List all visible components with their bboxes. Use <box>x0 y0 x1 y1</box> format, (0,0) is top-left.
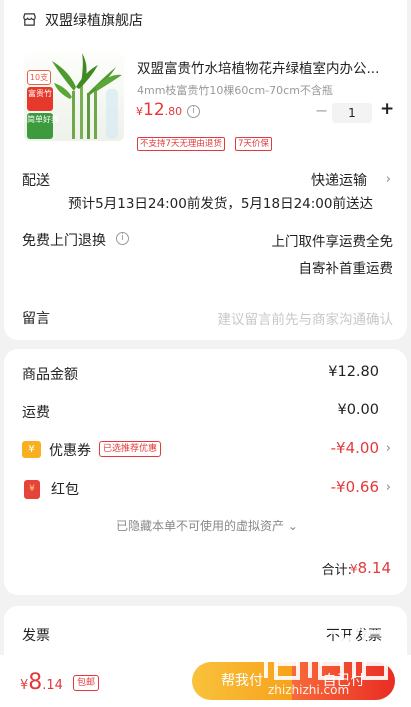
chevron-right-icon[interactable]: › <box>386 480 391 495</box>
watermark-text: zhizhizhi.com <box>268 683 350 697</box>
red-packet-value[interactable]: -¥0.66 <box>331 478 379 496</box>
image-count-tag: 10支 <box>27 70 51 85</box>
product-price: ¥12.80 <box>136 100 183 120</box>
remark-input[interactable]: 建议留言前先与商家沟通确认 <box>218 308 394 328</box>
free-shipping-tag: 包邮 <box>73 675 100 691</box>
shop-icon <box>23 13 36 26</box>
coupon-tag: 已选推荐优惠 <box>99 441 162 457</box>
total-label: 合计: <box>321 563 352 578</box>
goods-amount-label: 商品金额 <box>22 367 78 383</box>
product-spec[interactable]: 4mm枝富贵竹10棵60cm-70cm不含瓶 <box>137 82 333 98</box>
delivery-estimate: 预计5月13日24:00前发货，5月18日24:00前送达 <box>68 196 373 212</box>
bottom-total-price: ¥8.14 <box>20 670 63 695</box>
shipping-label: 运费 <box>22 405 50 421</box>
image-green-tag: 简单好养 <box>27 113 59 139</box>
invoice-label: 发票 <box>22 628 50 644</box>
product-title[interactable]: 双盟富贵竹水培植物花卉绿植室内办公... <box>137 57 392 77</box>
quantity-input[interactable]: 1 <box>332 103 372 123</box>
return-line2: 自寄补首重运费 <box>298 261 394 277</box>
coupon-icon: ¥ <box>22 441 41 458</box>
delivery-label: 配送 <box>22 173 50 189</box>
chevron-right-icon[interactable]: › <box>386 441 391 456</box>
invoice-value[interactable]: 不开发票 <box>326 625 382 645</box>
product-image[interactable]: 10支 富贵竹 简单好养 <box>24 53 124 141</box>
price-detail-card: 商品金额 ¥12.80 运费 ¥0.00 ¥ 优惠券 已选推荐优惠 -¥4.00… <box>4 349 407 595</box>
coupon-value[interactable]: -¥4.00 <box>331 439 379 457</box>
total-value: ¥8.14 <box>349 559 391 577</box>
hidden-assets-toggle[interactable]: 已隐藏本单不可使用的虚拟资产 ⌄ <box>116 517 298 534</box>
quantity-plus-button[interactable]: + <box>380 99 394 119</box>
coupon-label: 优惠券 <box>49 443 91 459</box>
no-return-badge: 不支持7天无理由退货 <box>137 137 225 151</box>
return-line1: 上门取件享运费全免 <box>271 234 394 250</box>
shop-name[interactable]: 双盟绿植旗舰店 <box>45 10 143 30</box>
remark-label: 留言 <box>22 311 50 327</box>
bottom-action-bar: ¥8.14 包邮 帮我付 自己付 <box>0 655 411 707</box>
price-protect-badge: 7天价保 <box>235 137 272 151</box>
price-info-icon[interactable]: i <box>187 105 200 118</box>
quantity-minus-button[interactable]: − <box>315 101 328 120</box>
chevron-down-icon: ⌄ <box>287 519 298 533</box>
return-info-icon[interactable]: i <box>116 232 129 245</box>
return-label: 免费上门退换 <box>22 233 106 249</box>
shipping-value: ¥0.00 <box>337 402 379 418</box>
chevron-right-icon[interactable]: › <box>386 172 391 187</box>
image-red-tag: 富贵竹 <box>27 87 53 111</box>
red-packet-label: 红包 <box>51 482 79 498</box>
order-card: 双盟绿植旗舰店 10支 富贵竹 简单好养 双盟富贵竹水培植物花卉绿植室内办公..… <box>4 0 407 340</box>
red-packet-icon: ¥ <box>24 480 40 499</box>
delivery-method[interactable]: 快递运输 <box>311 170 367 190</box>
goods-amount-value: ¥12.80 <box>328 364 379 380</box>
